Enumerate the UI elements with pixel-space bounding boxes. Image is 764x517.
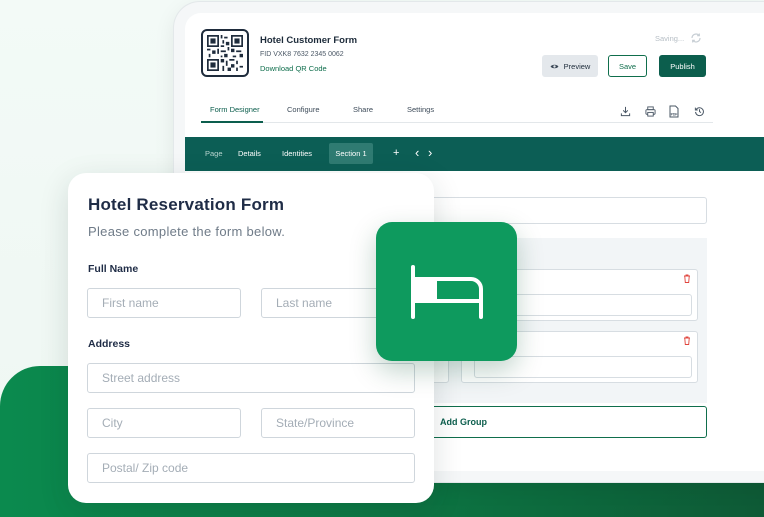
- sync-icon: [691, 33, 701, 43]
- saving-status-text: Saving...: [655, 33, 685, 43]
- save-button[interactable]: Save: [608, 55, 647, 77]
- canvas-field[interactable]: [425, 197, 707, 224]
- tab-share[interactable]: Share: [353, 105, 373, 114]
- section-tab-active[interactable]: Section 1: [329, 143, 373, 164]
- publish-button[interactable]: Publish: [659, 55, 706, 77]
- prev-section-button[interactable]: ‹: [415, 145, 419, 160]
- download-qr-link[interactable]: Download QR Code: [260, 64, 327, 73]
- page-label: Page: [205, 149, 223, 158]
- trash-icon[interactable]: [683, 274, 691, 283]
- main-tabs: Form Designer Configure Share Settings: [201, 101, 713, 123]
- address-label: Address: [88, 338, 131, 350]
- trash-icon[interactable]: [683, 336, 691, 345]
- tab-form-designer[interactable]: Form Designer: [210, 105, 260, 114]
- saving-status: Saving...: [655, 32, 702, 44]
- add-section-button[interactable]: +: [393, 147, 399, 159]
- city-input[interactable]: [87, 408, 241, 438]
- active-tab-indicator: [201, 121, 263, 123]
- state-province-input[interactable]: [261, 408, 415, 438]
- bed-icon: [410, 264, 483, 319]
- tab-configure[interactable]: Configure: [287, 105, 320, 114]
- qr-code: [201, 29, 249, 77]
- eye-icon: [550, 64, 559, 68]
- preview-button[interactable]: Preview: [542, 55, 598, 77]
- form-id: FID VXK8 7632 2345 0062: [260, 51, 344, 58]
- pdf-icon-text: PDF: [671, 112, 678, 116]
- form-title: Hotel Customer Form: [260, 35, 358, 46]
- next-section-button[interactable]: ›: [428, 145, 432, 160]
- full-name-label: Full Name: [88, 263, 139, 275]
- reservation-form-subtitle: Please complete the form below.: [88, 224, 286, 239]
- reservation-form-title: Hotel Reservation Form: [88, 195, 285, 214]
- tab-settings[interactable]: Settings: [407, 105, 434, 114]
- add-group-button[interactable]: Add Group: [425, 406, 707, 438]
- section-tab-identities[interactable]: Identities: [282, 149, 312, 158]
- section-tab-details[interactable]: Details: [238, 149, 261, 158]
- street-address-input[interactable]: [87, 363, 415, 393]
- qr-code-icon: [207, 35, 243, 71]
- bed-tile: [376, 222, 517, 361]
- section-toolbar: Page Details Identities Section 1 + ‹ ›: [185, 137, 764, 171]
- pdf-icon[interactable]: PDF: [667, 104, 681, 118]
- print-icon[interactable]: [643, 104, 657, 118]
- download-icon[interactable]: [618, 104, 632, 118]
- history-icon[interactable]: [692, 104, 706, 118]
- postal-code-input[interactable]: [87, 453, 415, 483]
- first-name-input[interactable]: [87, 288, 241, 318]
- preview-button-label: Preview: [563, 61, 591, 71]
